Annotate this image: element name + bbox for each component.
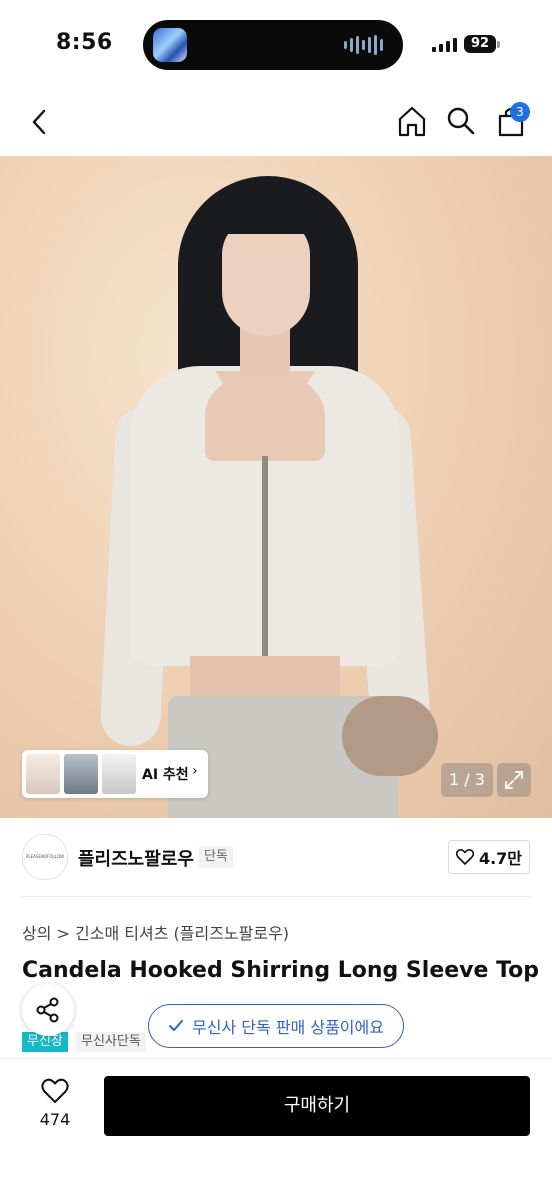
share-button[interactable] [22,984,74,1036]
now-playing-app-icon [153,28,187,62]
battery-icon: 92 [464,35,496,53]
search-button[interactable] [443,102,479,140]
cart-count-badge: 3 [510,102,530,122]
product-title: Candela Hooked Shirring Long Sleeve Top … [22,958,542,983]
cellular-signal-icon [432,38,457,52]
model-vneck [215,371,315,451]
model-hook-closure [262,456,268,676]
wishlist-button[interactable]: 474 [26,1078,84,1134]
heart-icon [455,849,474,865]
status-time: 8:56 [56,30,113,55]
expand-icon [505,771,523,789]
brand-name[interactable]: 플리즈노팔로우 [78,845,194,871]
back-button[interactable] [22,104,58,140]
product-image[interactable] [0,156,552,818]
ai-recommend-label: AI 추천 [142,767,189,783]
ai-thumbnail [102,754,136,794]
model-bangs [218,194,314,234]
chevron-left-icon [32,109,46,135]
home-button[interactable] [394,102,430,140]
dynamic-island [143,20,403,70]
search-icon [447,107,475,135]
tag-musinsa-exclusive: 무신사단독 [76,1032,146,1052]
heart-icon [41,1078,69,1103]
exclusive-notice-text: 무신사 단독 판매 상품이에요 [192,1018,384,1037]
ai-thumbnail [64,754,98,794]
model-face [222,216,310,336]
category-breadcrumb[interactable]: 상의 > 긴소매 티셔츠 (플리즈노팔로우) [22,920,289,944]
share-icon [36,997,59,1023]
brand-logo[interactable]: PLEASENOFOLLOW [22,834,68,880]
check-icon [169,1020,184,1031]
ai-recommend-button[interactable]: AI 추천 › [22,750,208,798]
buy-button[interactable]: 구매하기 [104,1076,530,1136]
brand-like-count: 4.7만 [478,849,523,868]
battery-tip [497,41,500,48]
wishlist-count: 474 [39,1110,71,1129]
home-icon [398,106,426,137]
expand-button[interactable] [497,763,531,797]
chevron-right-icon: › [192,763,198,779]
exclusive-notice-pill: 무신사 단독 판매 상품이에요 [148,1004,404,1048]
audio-wave-icon [344,35,383,55]
model-fur-cuff [342,696,438,776]
ai-thumbnail [26,754,60,794]
brand-like-button[interactable]: 4.7만 [448,840,530,874]
divider [22,896,530,897]
image-counter: 1 / 3 [441,763,493,797]
brand-exclusive-badge: 단독 [199,846,233,868]
